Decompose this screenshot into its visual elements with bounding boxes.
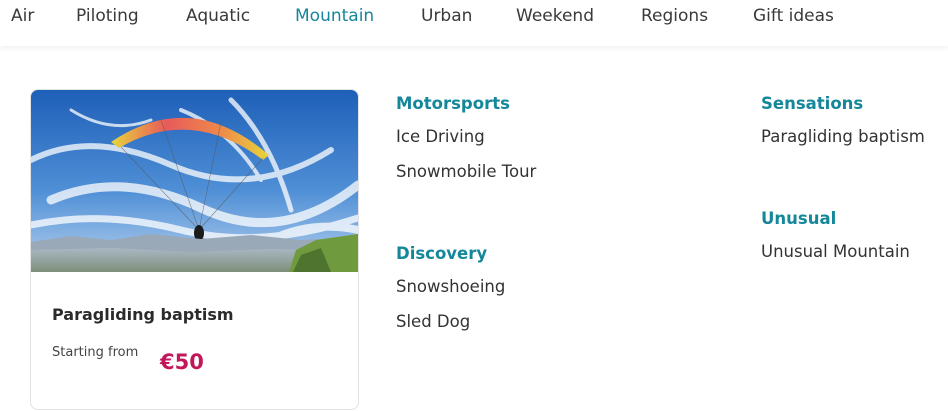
category-nav: Air Piloting Aquatic Mountain Urban Week… [0,0,948,46]
link-snowshoeing[interactable]: Snowshoeing [396,277,505,296]
featured-activity-card[interactable]: Paragliding baptism Starting from €50 [30,89,359,410]
link-ice-driving[interactable]: Ice Driving [396,127,485,146]
nav-tab-aquatic[interactable]: Aquatic [186,6,250,26]
link-paragliding-baptism[interactable]: Paragliding baptism [761,127,925,146]
category-title-discovery[interactable]: Discovery [396,244,487,263]
link-snowmobile-tour[interactable]: Snowmobile Tour [396,162,536,181]
price-prefix: Starting from [52,345,139,360]
paragliding-photo [31,90,358,272]
category-title-motorsports[interactable]: Motorsports [396,94,510,113]
activity-price: €50 [160,350,204,374]
nav-tab-air[interactable]: Air [11,6,34,26]
link-unusual-mountain[interactable]: Unusual Mountain [761,242,910,261]
nav-tab-weekend[interactable]: Weekend [516,6,594,26]
nav-tab-urban[interactable]: Urban [421,6,472,26]
category-title-unusual[interactable]: Unusual [761,209,836,228]
nav-tab-regions[interactable]: Regions [641,6,708,26]
nav-tab-piloting[interactable]: Piloting [76,6,139,26]
activity-title: Paragliding baptism [52,305,234,324]
nav-tab-mountain[interactable]: Mountain [295,6,374,26]
nav-tab-gift-ideas[interactable]: Gift ideas [753,6,834,26]
category-title-sensations[interactable]: Sensations [761,94,863,113]
link-sled-dog[interactable]: Sled Dog [396,312,470,331]
